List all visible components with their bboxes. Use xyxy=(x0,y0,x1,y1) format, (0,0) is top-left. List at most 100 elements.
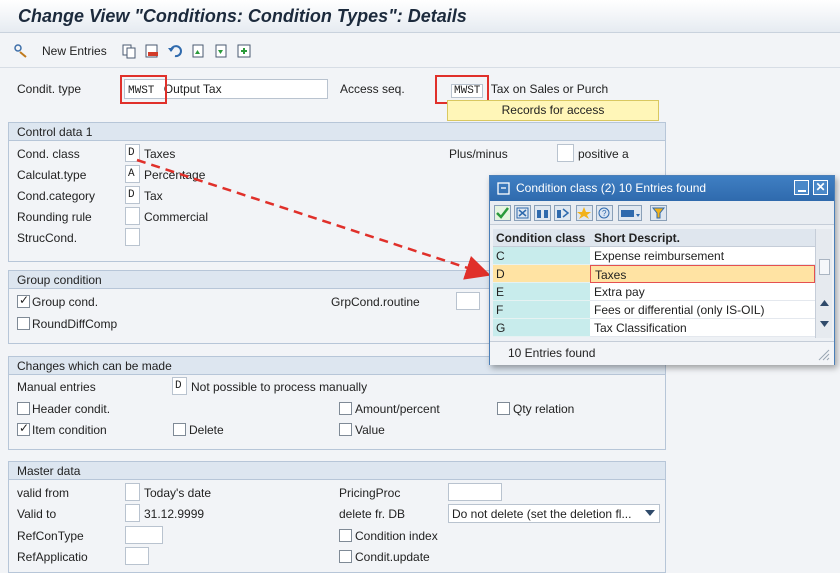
vertical-scrollbar[interactable] xyxy=(815,229,832,338)
access-seq-label: Access seq. xyxy=(340,82,405,96)
plus-minus-label: Plus/minus xyxy=(449,147,508,161)
refapplication-label: RefApplicatio xyxy=(17,550,88,564)
cancel-icon[interactable] xyxy=(514,205,531,221)
print-icon[interactable] xyxy=(618,205,642,221)
master-data-title: Master data xyxy=(9,462,665,480)
calc-type-field[interactable]: A xyxy=(125,165,140,183)
copy-icon[interactable] xyxy=(121,43,137,59)
valid-to-field[interactable] xyxy=(125,504,140,522)
manual-entries-label: Manual entries xyxy=(17,380,96,394)
cond-category-label: Cond.category xyxy=(17,189,96,203)
cond-type-name: Output Tax xyxy=(163,82,222,96)
svg-text:?: ? xyxy=(602,209,607,218)
column-header-description[interactable]: Short Descript. xyxy=(590,229,815,247)
group-cond-checkbox[interactable] xyxy=(17,293,30,308)
row-description: Extra pay xyxy=(590,283,815,301)
cond-type-label: Condit. type xyxy=(17,82,82,96)
close-icon: ✕ xyxy=(815,180,826,194)
row-code: C xyxy=(493,247,590,265)
table-row[interactable]: G Tax Classification xyxy=(493,319,815,337)
scroll-thumb[interactable] xyxy=(819,259,830,275)
row-description: Fees or differential (only IS-OIL) xyxy=(590,301,815,319)
row-code: G xyxy=(493,319,590,337)
value-checkbox[interactable] xyxy=(339,423,352,436)
pricing-proc-field[interactable] xyxy=(448,483,502,501)
add-favorite-icon[interactable] xyxy=(576,205,593,221)
undo-icon[interactable] xyxy=(167,43,183,59)
records-for-access-button[interactable]: Records for access xyxy=(447,100,659,121)
scroll-down-icon[interactable] xyxy=(820,321,829,327)
resize-grip-icon[interactable] xyxy=(818,349,830,361)
delete-icon[interactable] xyxy=(144,43,160,59)
row-code: D xyxy=(493,265,590,283)
chevron-down-icon[interactable] xyxy=(645,510,655,517)
qty-relation-label: Qty relation xyxy=(513,402,575,416)
valid-from-text: Today's date xyxy=(144,486,212,500)
valid-from-field[interactable] xyxy=(125,483,140,501)
next-entry-icon[interactable] xyxy=(213,43,229,59)
condit-update-label: Condit.update xyxy=(355,550,430,564)
popup-toolbar: ? xyxy=(490,201,834,225)
delete-checkbox[interactable] xyxy=(173,423,186,436)
header-condit-checkbox[interactable] xyxy=(17,402,30,415)
struc-cond-field[interactable] xyxy=(125,228,140,246)
plus-minus-field[interactable] xyxy=(557,144,574,162)
minimize-button[interactable] xyxy=(794,180,809,195)
row-description: Tax Classification xyxy=(590,319,815,337)
rounding-rule-text: Commercial xyxy=(144,210,209,224)
manual-entries-field[interactable]: D xyxy=(172,377,187,395)
amount-percent-checkbox[interactable] xyxy=(339,402,352,415)
manual-entries-text: Not possible to process manually xyxy=(191,380,368,394)
table-row[interactable]: C Expense reimbursement xyxy=(493,247,815,265)
table-row-selected[interactable]: D Taxes xyxy=(493,265,815,283)
confirm-icon[interactable] xyxy=(494,205,511,221)
highlight-frame xyxy=(120,75,167,104)
round-diff-label: RoundDiffComp xyxy=(32,317,118,331)
round-diff-checkbox[interactable] xyxy=(17,317,30,330)
popup-status: 10 Entries found xyxy=(490,341,834,365)
title-bar: Change View "Conditions: Condition Types… xyxy=(0,0,840,33)
valid-to-label: Valid to xyxy=(17,507,57,521)
table-header: Condition class Short Descript. xyxy=(493,229,815,247)
find-icon[interactable] xyxy=(534,205,551,221)
close-button[interactable]: ✕ xyxy=(813,180,828,195)
amount-percent-label: Amount/percent xyxy=(355,402,440,416)
calc-type-label: Calculat.type xyxy=(17,168,87,182)
grp-routine-label: GrpCond.routine xyxy=(331,295,420,309)
find-next-icon[interactable] xyxy=(554,205,571,221)
refcontype-label: RefConType xyxy=(17,529,84,543)
item-condition-checkbox[interactable] xyxy=(17,421,30,436)
help-icon[interactable]: ? xyxy=(596,205,613,221)
control-data-title: Control data 1 xyxy=(9,123,665,141)
cond-category-field[interactable]: D xyxy=(125,186,140,204)
cond-class-field[interactable]: D xyxy=(125,144,140,162)
rounding-rule-label: Rounding rule xyxy=(17,210,92,224)
scroll-up-icon[interactable] xyxy=(820,300,829,306)
grp-routine-field[interactable] xyxy=(456,292,480,310)
valid-to-value: 31.12.9999 xyxy=(144,507,205,521)
refcontype-field[interactable] xyxy=(125,526,163,544)
condit-update-checkbox[interactable] xyxy=(339,550,352,563)
delete-fr-db-select[interactable]: Do not delete (set the deletion fl... xyxy=(448,504,660,523)
qty-relation-checkbox[interactable] xyxy=(497,402,510,415)
new-entries-button[interactable]: New Entries xyxy=(42,44,107,58)
transport-icon[interactable] xyxy=(236,43,252,59)
filter-icon[interactable] xyxy=(650,205,667,221)
rounding-rule-field[interactable] xyxy=(125,207,140,225)
group-cond-label: Group cond. xyxy=(32,295,99,309)
table-row[interactable]: E Extra pay xyxy=(493,283,815,301)
column-header-class[interactable]: Condition class xyxy=(493,229,590,247)
valid-from-label: valid from xyxy=(17,486,70,500)
page-title: Change View "Conditions: Condition Types… xyxy=(18,6,467,26)
row-description: Taxes xyxy=(590,265,815,283)
struc-cond-label: StrucCond. xyxy=(17,231,78,245)
refapplication-field[interactable] xyxy=(125,547,149,565)
cond-class-text: Taxes xyxy=(144,147,176,161)
row-description: Expense reimbursement xyxy=(590,247,815,265)
condition-index-checkbox[interactable] xyxy=(339,529,352,542)
popup-title: Condition class (2) 10 Entries found xyxy=(516,181,707,195)
display-change-icon[interactable] xyxy=(13,43,29,59)
table-row[interactable]: F Fees or differential (only IS-OIL) xyxy=(493,301,815,319)
plus-minus-text: positive a xyxy=(578,147,629,161)
previous-entry-icon[interactable] xyxy=(190,43,206,59)
